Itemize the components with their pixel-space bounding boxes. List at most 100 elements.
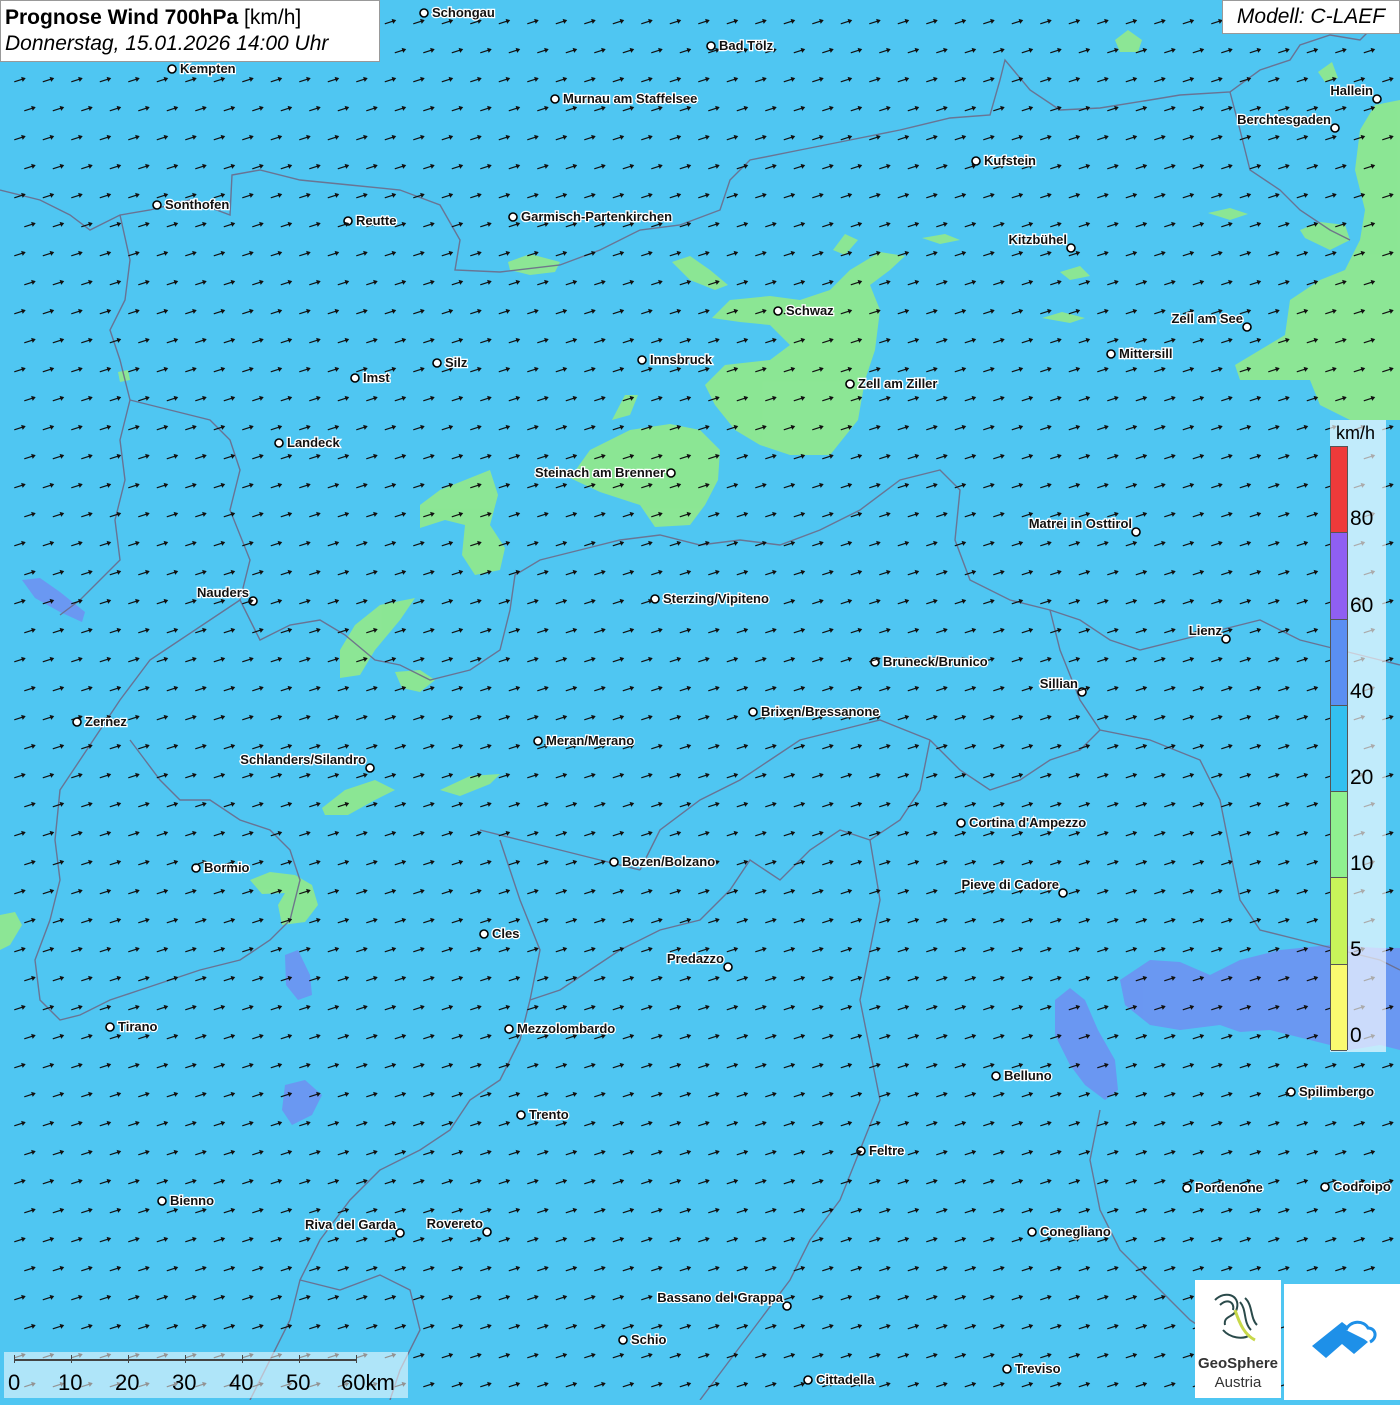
scale-label: 50 xyxy=(286,1370,311,1395)
city-label: Nauders xyxy=(197,585,249,600)
city-label: Codroipo xyxy=(1333,1179,1391,1194)
city-marker xyxy=(1330,123,1340,133)
city-marker xyxy=(637,355,647,365)
city-label: Belluno xyxy=(1004,1068,1052,1083)
city-marker xyxy=(1242,322,1252,332)
scale-label: 10 xyxy=(58,1370,83,1395)
legend-unit: km/h xyxy=(1336,423,1376,443)
city-label: Pordenone xyxy=(1195,1180,1263,1195)
wind-map: Schongau Bad Tölz Kempten Murnau am Staffel… xyxy=(0,0,1400,1400)
logo-text-line1: GeoSphere xyxy=(1197,1355,1279,1372)
city-label: Trento xyxy=(529,1107,569,1122)
city-marker xyxy=(516,1110,526,1120)
city-marker xyxy=(845,379,855,389)
scale-label: 40 xyxy=(229,1370,254,1395)
city-marker xyxy=(991,1071,1001,1081)
city-label: Mittersill xyxy=(1119,346,1172,361)
city-label: Silz xyxy=(445,355,468,370)
city-label: Schwaz xyxy=(786,303,834,318)
city-marker xyxy=(1182,1183,1192,1193)
city-label: Imst xyxy=(363,370,390,385)
city-marker xyxy=(609,857,619,867)
scale-label: 20 xyxy=(115,1370,140,1395)
city-marker xyxy=(167,64,177,74)
city-label: Garmisch-Partenkirchen xyxy=(521,209,672,224)
city-label: Matrei in Osttirol xyxy=(1029,516,1132,531)
city-marker xyxy=(152,200,162,210)
city-marker xyxy=(1131,527,1141,537)
city-label: Cittadella xyxy=(816,1372,875,1387)
city-label: Cles xyxy=(492,926,519,941)
legend-label: 60 xyxy=(1350,594,1374,617)
scale-tick xyxy=(356,1355,357,1363)
city-label: Spilimbergo xyxy=(1299,1084,1374,1099)
city-label: Schlanders/Silandro xyxy=(240,752,366,767)
city-label: Berchtesgaden xyxy=(1237,112,1331,127)
legend-color-segment xyxy=(1331,878,1347,965)
model-label: Modell: C-LAEF xyxy=(1222,0,1400,34)
city-label: Kempten xyxy=(180,61,236,76)
legend-label: 0 xyxy=(1350,1024,1362,1047)
city-label: Brixen/Bressanone xyxy=(761,704,880,719)
scale-tick xyxy=(185,1355,186,1363)
city-marker xyxy=(1320,1182,1330,1192)
cloud-arrow-icon xyxy=(1312,1320,1377,1358)
logo-text-line2: Austria xyxy=(1214,1374,1262,1391)
legend-color-segment xyxy=(1331,705,1347,793)
city-marker xyxy=(782,1301,792,1311)
city-label: Schongau xyxy=(432,5,495,20)
city-marker xyxy=(504,1024,514,1034)
scale-label: 0 xyxy=(8,1370,21,1395)
city-label: Riva del Garda xyxy=(305,1217,397,1232)
city-label: Treviso xyxy=(1015,1361,1061,1376)
city-label: Kitzbühel xyxy=(1009,232,1068,247)
city-marker xyxy=(650,594,660,604)
city-marker xyxy=(482,1227,492,1237)
city-marker xyxy=(1106,349,1116,359)
city-label: Zell am Ziller xyxy=(858,376,937,391)
city-marker xyxy=(971,156,981,166)
city-label: Steinach am Brenner xyxy=(535,465,665,480)
city-label: Hallein xyxy=(1330,83,1373,98)
city-marker xyxy=(157,1196,167,1206)
legend-label: 20 xyxy=(1350,766,1374,789)
city-label: Tirano xyxy=(118,1019,158,1034)
city-marker xyxy=(1372,94,1382,104)
city-label: Sonthofen xyxy=(165,197,229,212)
city-label: Zernez xyxy=(85,714,127,729)
legend-label: 80 xyxy=(1350,507,1374,530)
legend-label: 10 xyxy=(1350,852,1374,875)
legend-color-segment xyxy=(1331,447,1347,534)
map-title: Prognose Wind 700hPa [km/h] xyxy=(5,4,375,31)
legend-label: 5 xyxy=(1350,938,1362,961)
city-label: Bozen/Bolzano xyxy=(622,854,715,869)
city-marker xyxy=(748,707,758,717)
city-label: Meran/Merano xyxy=(546,733,634,748)
city-label: Rovereto xyxy=(427,1216,483,1231)
scale-tick xyxy=(242,1355,243,1363)
city-marker xyxy=(1002,1364,1012,1374)
city-marker xyxy=(666,468,676,478)
geosphere-logo-icon xyxy=(1214,1293,1258,1342)
city-marker xyxy=(723,962,733,972)
city-marker xyxy=(274,438,284,448)
city-label: Landeck xyxy=(287,435,341,450)
city-label: Pieve di Cadore xyxy=(961,877,1059,892)
city-marker xyxy=(706,41,716,51)
city-label: Kufstein xyxy=(984,153,1036,168)
city-label: Reutte xyxy=(356,213,396,228)
legend-color-segment xyxy=(1331,792,1347,879)
city-marker xyxy=(365,763,375,773)
city-label: Bienno xyxy=(170,1193,214,1208)
legend-color-segment xyxy=(1331,619,1347,706)
city-marker xyxy=(419,8,429,18)
city-marker xyxy=(1027,1227,1037,1237)
city-label: Zell am See xyxy=(1171,311,1243,326)
city-label: Bad Tölz xyxy=(719,38,774,53)
app-logo xyxy=(1284,1284,1400,1400)
scale-tick xyxy=(128,1355,129,1363)
city-label: Mezzolombardo xyxy=(517,1021,615,1036)
title-bold: Prognose Wind 700hPa xyxy=(5,6,239,29)
city-label: Bassano del Grappa xyxy=(657,1290,783,1305)
city-marker xyxy=(432,358,442,368)
